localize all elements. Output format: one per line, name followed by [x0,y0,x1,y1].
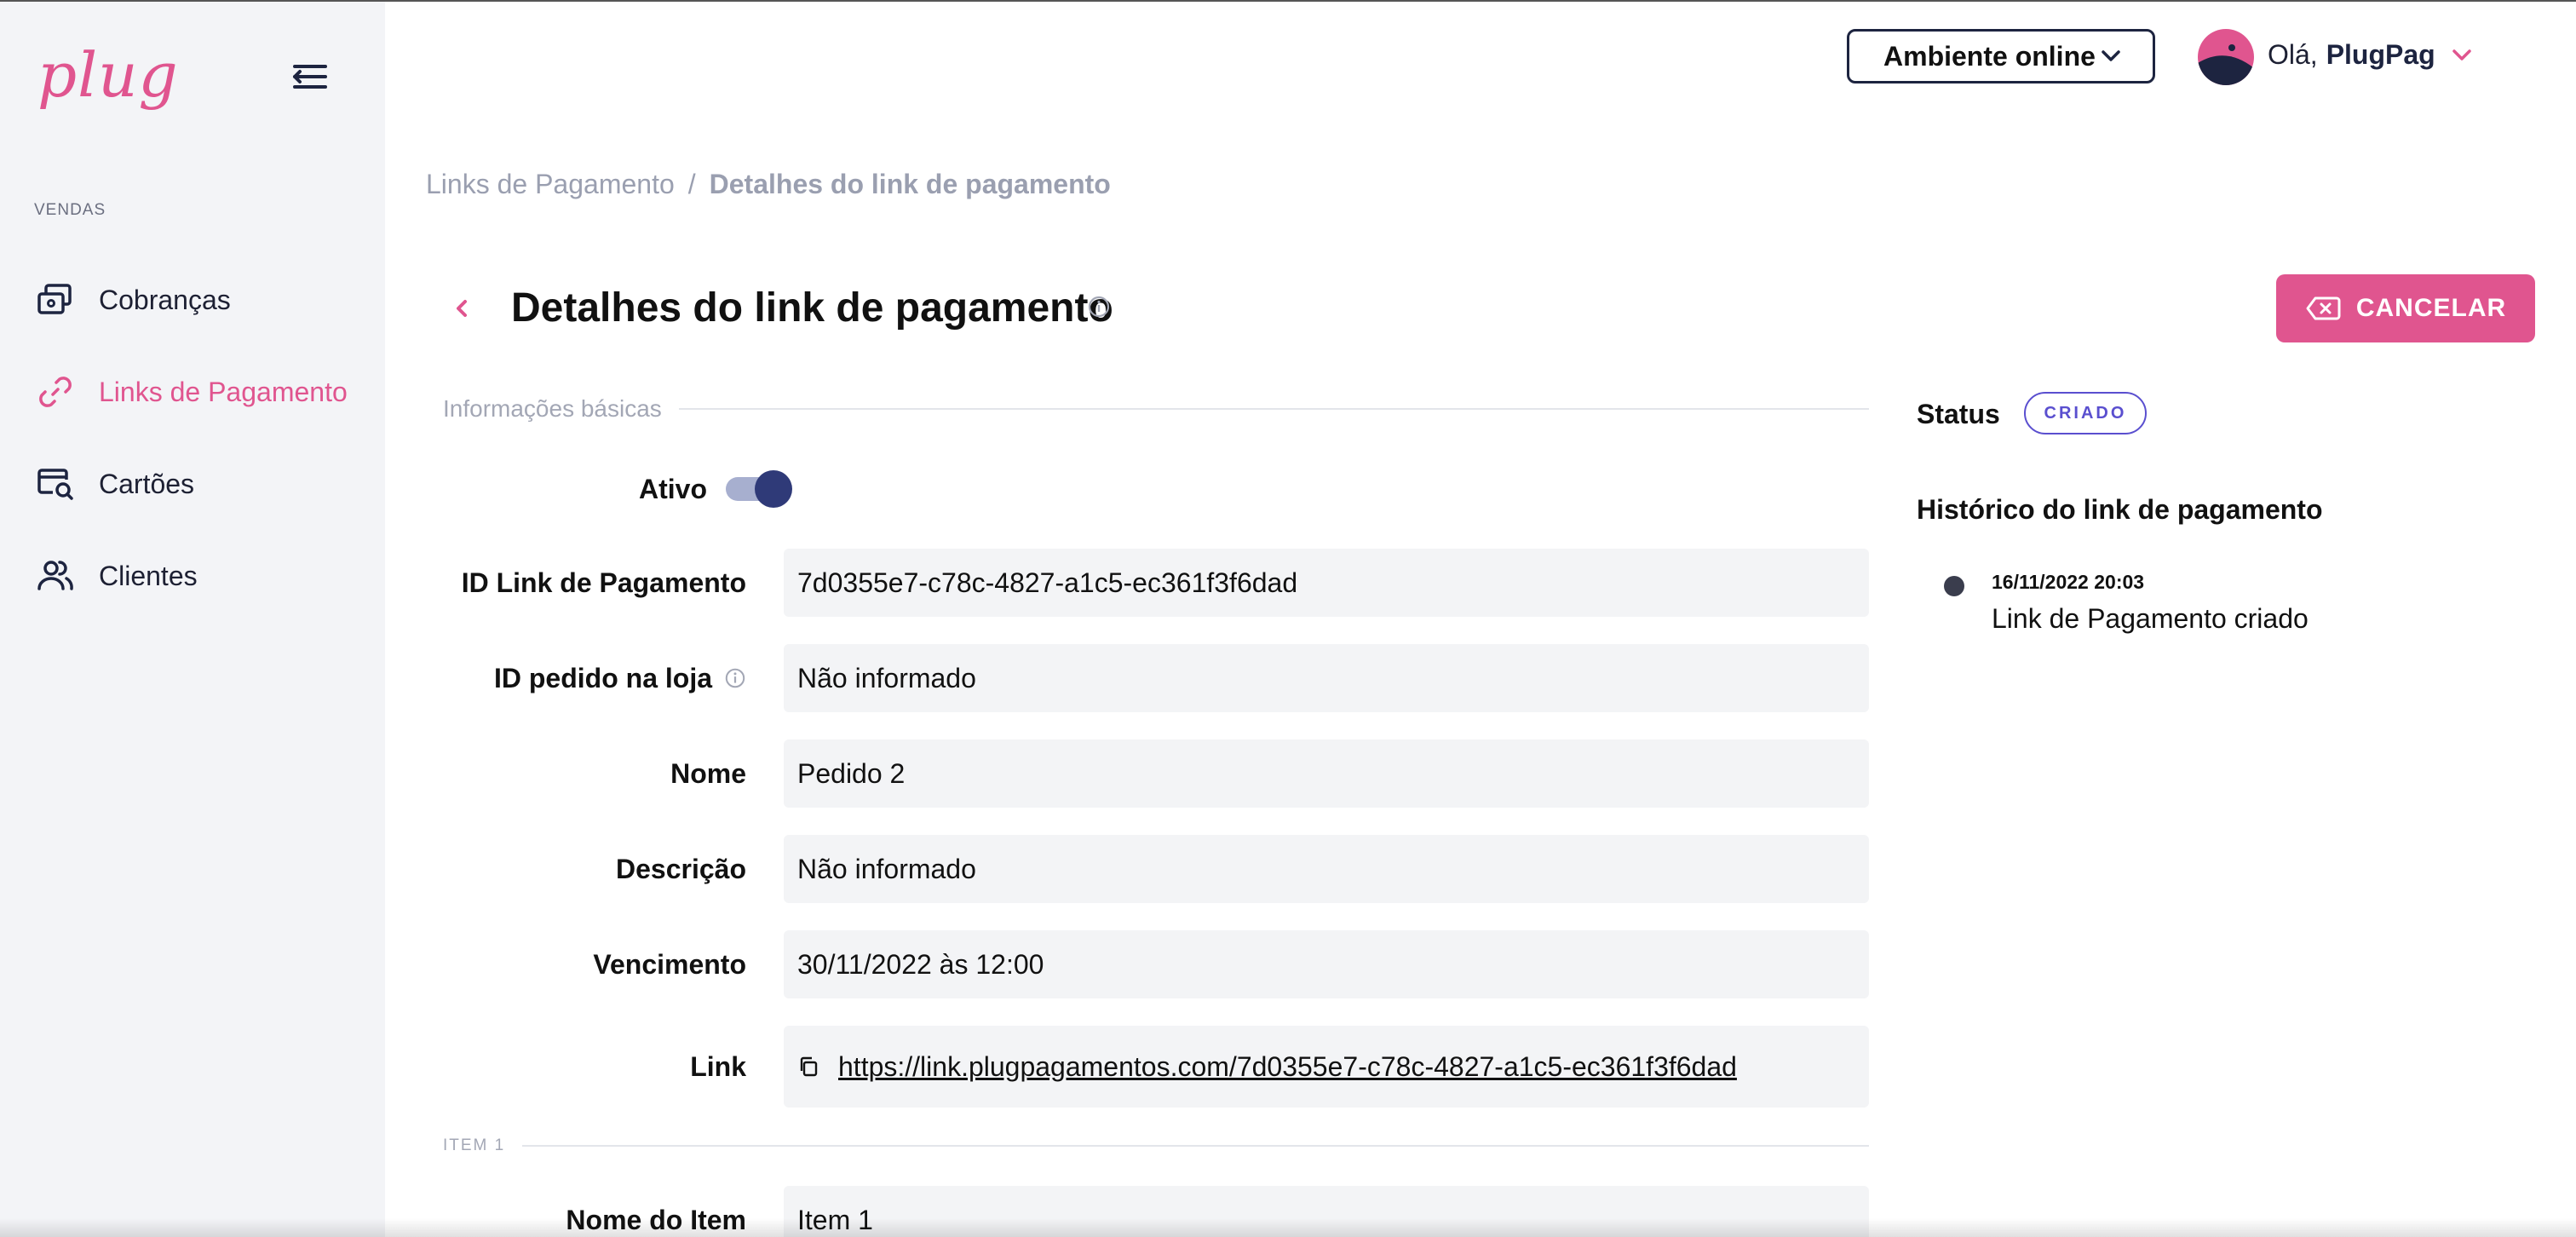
cash-icon [34,279,77,321]
id-pedido-value: Não informado [784,644,1869,712]
section-item-1: ITEM 1 [443,1136,1869,1155]
sidebar: plug VENDAS Cobranças Links de Pagamento… [0,2,385,1237]
field-label-wrap: ID pedido na loja [443,663,746,694]
field-label: Link [690,1050,746,1082]
window-bottom-shadow [0,1218,2576,1237]
section-divider [522,1145,1869,1147]
payment-link[interactable]: https://link.plugpagamentos.com/7d0355e7… [838,1051,1737,1083]
id-link-value: 7d0355e7-c78c-4827-a1c5-ec361f3f6dad [784,549,1869,617]
card-search-icon [34,463,77,505]
section-divider [678,408,1869,410]
history-title: Histórico do link de pagamento [1917,494,2323,525]
link-value-box: https://link.plugpagamentos.com/7d0355e7… [784,1026,1869,1108]
active-toggle[interactable] [726,470,792,508]
field-label: Descrição [616,853,746,884]
avatar[interactable] [2198,29,2254,85]
history-entry-date: 16/11/2022 20:03 [1992,571,2145,593]
sidebar-item-cartoes[interactable]: Cartões [34,458,194,509]
sidebar-item-links-de-pagamento[interactable]: Links de Pagamento [34,366,348,417]
chevron-down-icon [2102,50,2120,61]
row-nome: Nome Pedido 2 [443,739,1869,808]
greeting-text: Olá, [2268,39,2318,70]
sidebar-item-cobrancas[interactable]: Cobranças [34,274,231,325]
toggle-knob [755,470,792,508]
avatar-face-icon [2198,44,2254,85]
row-ativo: Ativo [443,470,1869,508]
user-greeting[interactable]: Olá, PlugPag [2268,39,2435,71]
page-title: Detalhes do link de pagamento [511,285,1113,331]
menu-collapse-icon [293,65,327,89]
field-label: Vencimento [593,948,746,980]
descricao-value: Não informado [784,835,1869,903]
field-label: Nome [670,757,746,789]
sidebar-item-label: Cartões [99,468,195,499]
copy-icon[interactable] [797,1056,819,1078]
users-icon [34,555,77,597]
history-entry-text: Link de Pagamento criado [1992,603,2309,634]
nome-value: Pedido 2 [784,739,1869,808]
section-title: ITEM 1 [443,1136,506,1154]
collapse-menu-button[interactable] [288,61,331,92]
plug-logo[interactable]: plug [37,44,179,106]
sidebar-item-label: Links de Pagamento [99,376,348,407]
field-label: Ativo [639,473,707,504]
section-basic-info: Informações básicas [443,395,1869,423]
row-descricao: Descrição Não informado [443,835,1869,903]
sidebar-section-vendas: VENDAS [34,201,106,219]
environment-select[interactable]: Ambiente online [1847,29,2155,83]
field-label: ID Link de Pagamento [461,567,746,598]
cancel-button[interactable]: CANCELAR [2276,274,2535,342]
row-vencimento: Vencimento 30/11/2022 às 12:00 [443,930,1869,998]
status-label: Status [1917,399,2000,429]
environment-value: Ambiente online [1883,40,2096,72]
row-link: Link https://link.plugpagamentos.com/7d0… [443,1026,1869,1108]
vencimento-value: 30/11/2022 às 12:00 [784,930,1869,998]
breadcrumb-separator: / [687,169,696,199]
info-icon[interactable] [1087,295,1111,319]
breadcrumb-current: Detalhes do link de pagamento [709,169,1111,199]
info-icon[interactable] [724,667,746,689]
breadcrumb-parent[interactable]: Links de Pagamento [426,169,675,200]
row-id-pedido: ID pedido na loja Não informado [443,644,1869,712]
cancel-button-label: CANCELAR [2355,294,2507,322]
link-icon [34,371,77,413]
cancel-tag-icon [2306,296,2341,320]
breadcrumb: Links de Pagamento / Detalhes do link de… [426,169,1111,200]
section-title: Informações básicas [443,395,662,422]
sidebar-item-clientes[interactable]: Clientes [34,550,198,601]
row-id-link: ID Link de Pagamento 7d0355e7-c78c-4827-… [443,549,1869,617]
status-badge: CRIADO [2024,392,2147,434]
user-name: PlugPag [2326,39,2435,70]
field-label: ID pedido na loja [493,662,712,693]
window-top-border [0,0,2576,2]
timeline-dot [1944,576,1964,596]
sidebar-item-label: Cobranças [99,284,231,315]
user-menu-chevron-icon[interactable] [2450,46,2474,65]
sidebar-item-label: Clientes [99,560,198,591]
back-arrow-icon[interactable] [448,293,474,324]
